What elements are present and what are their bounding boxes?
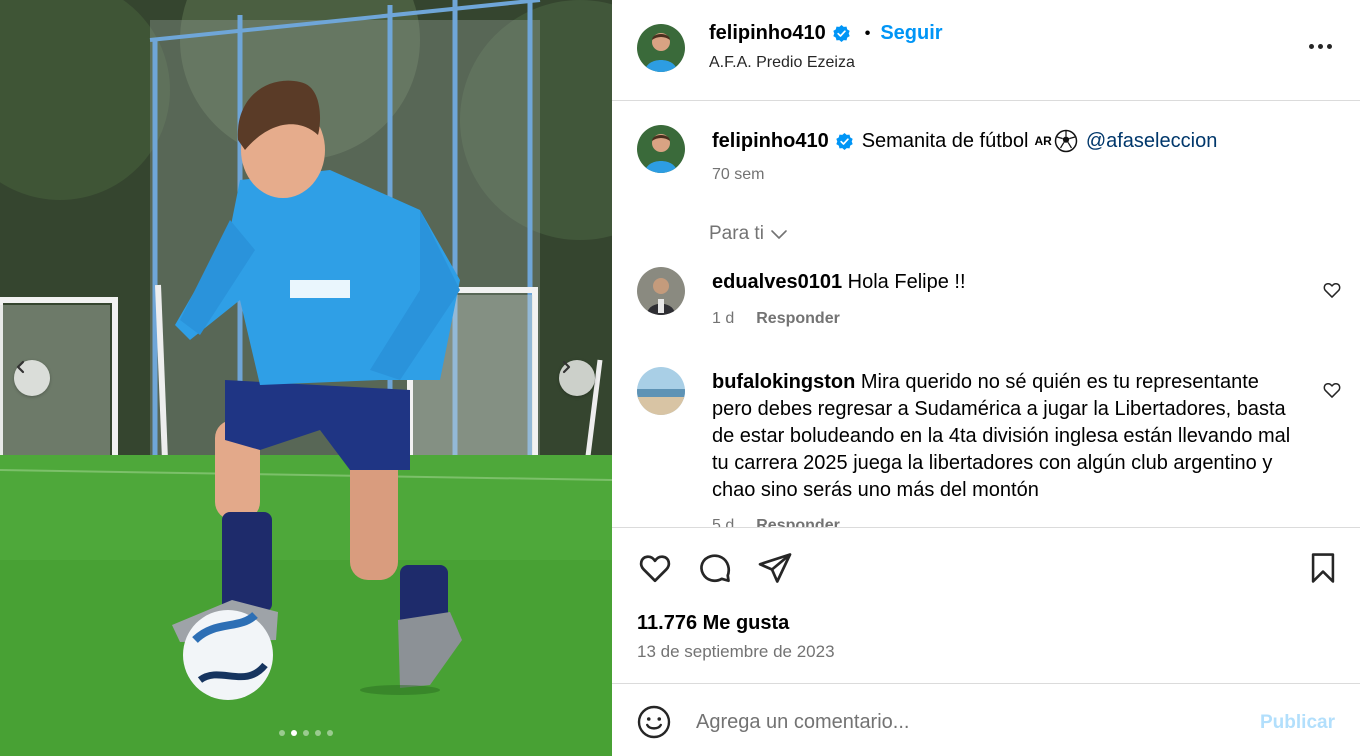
comment-bubble-icon xyxy=(700,554,731,583)
comment-timestamp[interactable]: 1 d xyxy=(712,310,734,328)
caption-text: Semanita de fútbol xyxy=(861,129,1029,152)
post-actions: 11.776 Me gusta 13 de septiembre de 2023 xyxy=(612,527,1360,684)
comment-text: Hola Felipe !! xyxy=(847,271,966,293)
heart-icon xyxy=(639,555,671,583)
caption-username[interactable]: felipinho410 xyxy=(712,130,829,153)
previous-slide-button[interactable] xyxy=(14,360,50,396)
sort-label: Para ti xyxy=(709,223,764,244)
heart-icon[interactable] xyxy=(1322,280,1342,300)
slide-dot xyxy=(303,730,309,736)
bookmark-icon xyxy=(1311,553,1335,583)
chevron-down-icon xyxy=(771,230,787,239)
share-button[interactable] xyxy=(755,548,795,588)
comment-username[interactable]: bufalokingston xyxy=(712,371,855,393)
chevron-left-icon xyxy=(16,360,25,374)
caption-mention[interactable]: @afaseleccion xyxy=(1086,130,1217,153)
comment-button[interactable] xyxy=(695,548,735,588)
post-photo xyxy=(0,0,612,756)
follow-button[interactable]: Seguir xyxy=(880,22,942,45)
reply-button[interactable]: Responder xyxy=(756,310,840,328)
commenter-avatar[interactable] xyxy=(637,367,685,415)
slide-dot xyxy=(315,730,321,736)
post-header: felipinho410 • Seguir A.F.A. Predio Ezei… xyxy=(612,0,1360,101)
slide-dot xyxy=(291,730,297,736)
heart-icon[interactable] xyxy=(1322,380,1342,400)
commenter-avatar[interactable] xyxy=(637,267,685,315)
emoji-icon[interactable] xyxy=(636,704,672,740)
chevron-right-icon xyxy=(562,360,571,374)
comment-input[interactable] xyxy=(696,706,1236,738)
verified-badge-icon xyxy=(836,132,853,150)
likes-count[interactable]: 11.776 Me gusta xyxy=(637,612,789,635)
publish-button[interactable]: Publicar xyxy=(1260,712,1335,734)
send-icon xyxy=(758,553,792,583)
caption-timestamp[interactable]: 70 sem xyxy=(712,166,764,184)
comment-username[interactable]: edualves0101 xyxy=(712,271,842,293)
verified-badge-icon xyxy=(833,24,850,43)
flag-emoji: AR xyxy=(1034,134,1052,148)
comment-timestamp[interactable]: 5 d xyxy=(712,517,734,527)
header-username[interactable]: felipinho410 xyxy=(709,22,826,45)
post-date[interactable]: 13 de septiembre de 2023 xyxy=(637,642,835,662)
slide-dot xyxy=(327,730,333,736)
add-comment-bar: Publicar xyxy=(612,684,1360,756)
next-slide-button[interactable] xyxy=(559,360,595,396)
save-button[interactable] xyxy=(1303,548,1343,588)
avatar[interactable] xyxy=(637,24,685,72)
soccer-ball-icon xyxy=(1054,129,1078,153)
slide-dot xyxy=(279,730,285,736)
caption-avatar[interactable] xyxy=(637,125,685,173)
comment-sort-dropdown[interactable]: Para ti xyxy=(709,223,788,245)
slide-indicator xyxy=(0,730,612,736)
header-separator: • xyxy=(864,24,871,42)
post-location[interactable]: A.F.A. Predio Ezeiza xyxy=(709,54,855,72)
more-options-icon[interactable] xyxy=(1309,44,1332,49)
post-media[interactable] xyxy=(0,0,612,756)
like-button[interactable] xyxy=(635,548,675,588)
reply-button[interactable]: Responder xyxy=(756,517,840,527)
comments-section[interactable]: felipinho410 Semanita de fútbol AR @afas… xyxy=(612,101,1360,527)
post-details-panel: felipinho410 • Seguir A.F.A. Predio Ezei… xyxy=(612,0,1360,756)
